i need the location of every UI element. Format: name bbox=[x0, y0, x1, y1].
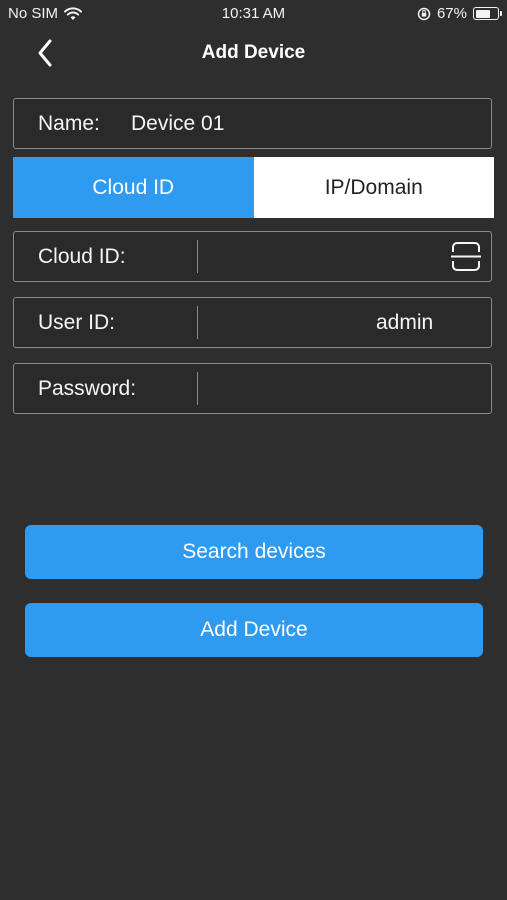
password-input[interactable] bbox=[204, 372, 443, 407]
user-id-field: User ID: admin bbox=[13, 297, 492, 348]
status-bar: No SIM 10:31 AM 67% bbox=[0, 0, 507, 30]
battery-icon bbox=[473, 7, 502, 20]
navigation-bar: Add Device bbox=[0, 30, 507, 76]
orientation-lock-icon bbox=[417, 7, 431, 20]
user-id-label: User ID: bbox=[38, 311, 116, 334]
name-field[interactable]: Name: Device 01 bbox=[13, 98, 492, 149]
user-id-value[interactable]: admin bbox=[376, 298, 433, 347]
field-divider bbox=[197, 306, 198, 339]
add-device-button[interactable]: Add Device bbox=[25, 603, 483, 657]
battery-level-fill bbox=[475, 9, 490, 18]
add-device-screen: No SIM 10:31 AM 67% Add Device Name: Dev… bbox=[0, 0, 507, 900]
password-field: Password: bbox=[13, 363, 492, 414]
cloud-id-field: Cloud ID: bbox=[13, 231, 492, 282]
tab-ip-domain[interactable]: IP/Domain bbox=[253, 157, 494, 218]
qr-scan-icon[interactable] bbox=[451, 241, 481, 272]
page-title: Add Device bbox=[201, 42, 306, 63]
tab-cloud-id[interactable]: Cloud ID bbox=[13, 157, 254, 218]
battery-percent: 67% bbox=[436, 5, 467, 22]
cloud-id-label: Cloud ID: bbox=[38, 245, 126, 268]
name-label: Name: bbox=[38, 112, 100, 135]
password-label: Password: bbox=[38, 377, 137, 400]
name-value[interactable]: Device 01 bbox=[131, 99, 224, 148]
field-divider bbox=[197, 240, 198, 273]
connection-mode-tabs: Cloud ID IP/Domain bbox=[13, 157, 494, 218]
field-divider bbox=[197, 372, 198, 405]
status-right: 67% bbox=[417, 5, 502, 22]
search-devices-button[interactable]: Search devices bbox=[25, 525, 483, 579]
cloud-id-input[interactable] bbox=[204, 240, 443, 275]
